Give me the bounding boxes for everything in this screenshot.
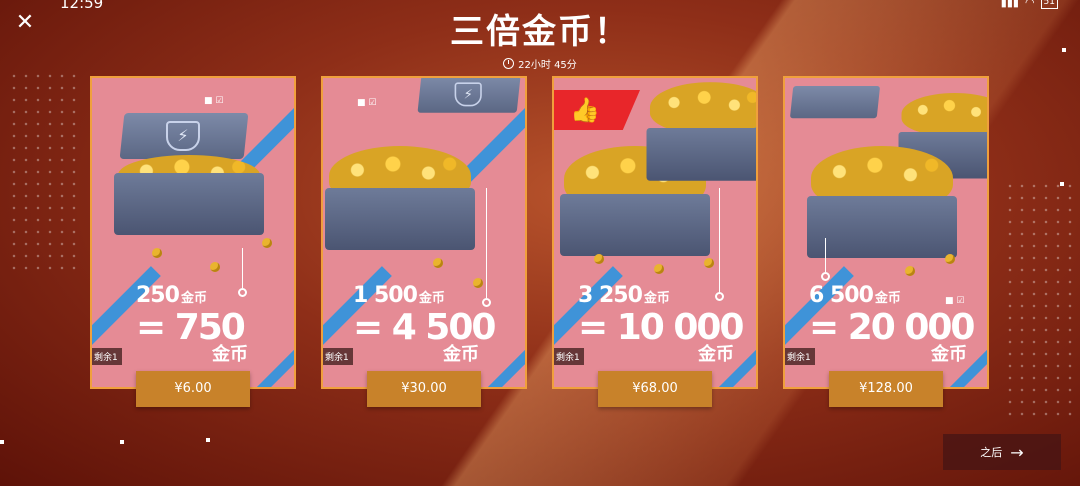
base-amount: 250	[136, 283, 180, 308]
recommended-badge: 👍	[554, 90, 640, 130]
timer-text: 22小时 45分	[518, 60, 577, 71]
buy-button[interactable]: ¥6.00	[136, 371, 250, 407]
thumbs-up-icon: 👍	[570, 96, 600, 124]
base-unit: 金币	[180, 291, 207, 306]
clock-icon	[503, 58, 515, 69]
next-label: 之后	[980, 446, 1003, 459]
coin-amount: 6 500 金币 = 20 000 金币	[785, 283, 987, 364]
total-unit: 金币	[931, 344, 967, 365]
coin-amount: 1 500 金币 = 4 500 金币	[323, 283, 525, 364]
dot-grid-right	[1004, 180, 1074, 420]
total-amount: = 750	[136, 307, 246, 348]
decor-dot	[206, 438, 210, 442]
offer-card[interactable]: ■ ☑ 6 500 金币 = 20 000 金币 剩余1	[783, 76, 989, 389]
remaining-badge: 剩余1	[92, 348, 122, 365]
remaining-badge: 剩余1	[554, 348, 584, 365]
dot-grid-left	[8, 70, 78, 270]
page-title: 三倍金币！	[450, 12, 630, 52]
coin-amount: 3 250 金币 = 10 000 金币	[554, 283, 756, 364]
offer-timer: 22小时 45分	[0, 56, 1080, 71]
chest-icon: ⚡	[114, 113, 264, 235]
total-unit: 金币	[698, 344, 734, 365]
square-icon: ■ ☑	[357, 98, 377, 108]
next-button[interactable]: 之后 →	[943, 434, 1061, 470]
remaining-badge: 剩余1	[785, 348, 815, 365]
base-unit: 金币	[643, 291, 670, 306]
base-unit: 金币	[418, 291, 445, 306]
total-amount: = 10 000	[578, 307, 744, 348]
buy-button[interactable]: ¥128.00	[829, 371, 943, 407]
total-amount: = 20 000	[809, 307, 975, 348]
decor-dot	[120, 440, 124, 444]
buy-button[interactable]: ¥68.00	[598, 371, 712, 407]
offer-card[interactable]: ■ ☑ ⚡ 1 500 金币 = 4 500 金币 剩余1	[321, 76, 527, 389]
base-amount: 1 500	[353, 283, 418, 308]
chest-icon: ⚡	[413, 78, 525, 172]
total-unit: 金币	[212, 344, 248, 365]
offer-card[interactable]: ■ ☑ ⚡ 250 金币 = 750 金币 剩余1	[90, 76, 296, 389]
offer-card[interactable]: 👍 3 250 金币 = 10 000 金币 剩余1	[552, 76, 758, 389]
chest-icon	[807, 136, 957, 258]
total-unit: 金币	[443, 344, 479, 365]
coin-amount: 250 金币 = 750 金币	[92, 283, 294, 364]
square-icon: ■ ☑	[204, 96, 224, 106]
buy-button[interactable]: ¥30.00	[367, 371, 481, 407]
total-amount: = 4 500	[353, 307, 496, 348]
decor-dot	[1062, 48, 1066, 52]
base-unit: 金币	[874, 291, 901, 306]
arrow-right-icon: →	[1010, 442, 1024, 462]
remaining-badge: 剩余1	[323, 348, 353, 365]
decor-dot	[0, 440, 4, 444]
chest-icon	[646, 78, 756, 181]
base-amount: 3 250	[578, 283, 643, 308]
offer-cards: ■ ☑ ⚡ 250 金币 = 750 金币 剩余1 ■ ☑ ⚡ 1 500 金币 =…	[90, 76, 990, 407]
base-amount: 6 500	[809, 283, 874, 308]
decor-dot	[1060, 182, 1064, 186]
